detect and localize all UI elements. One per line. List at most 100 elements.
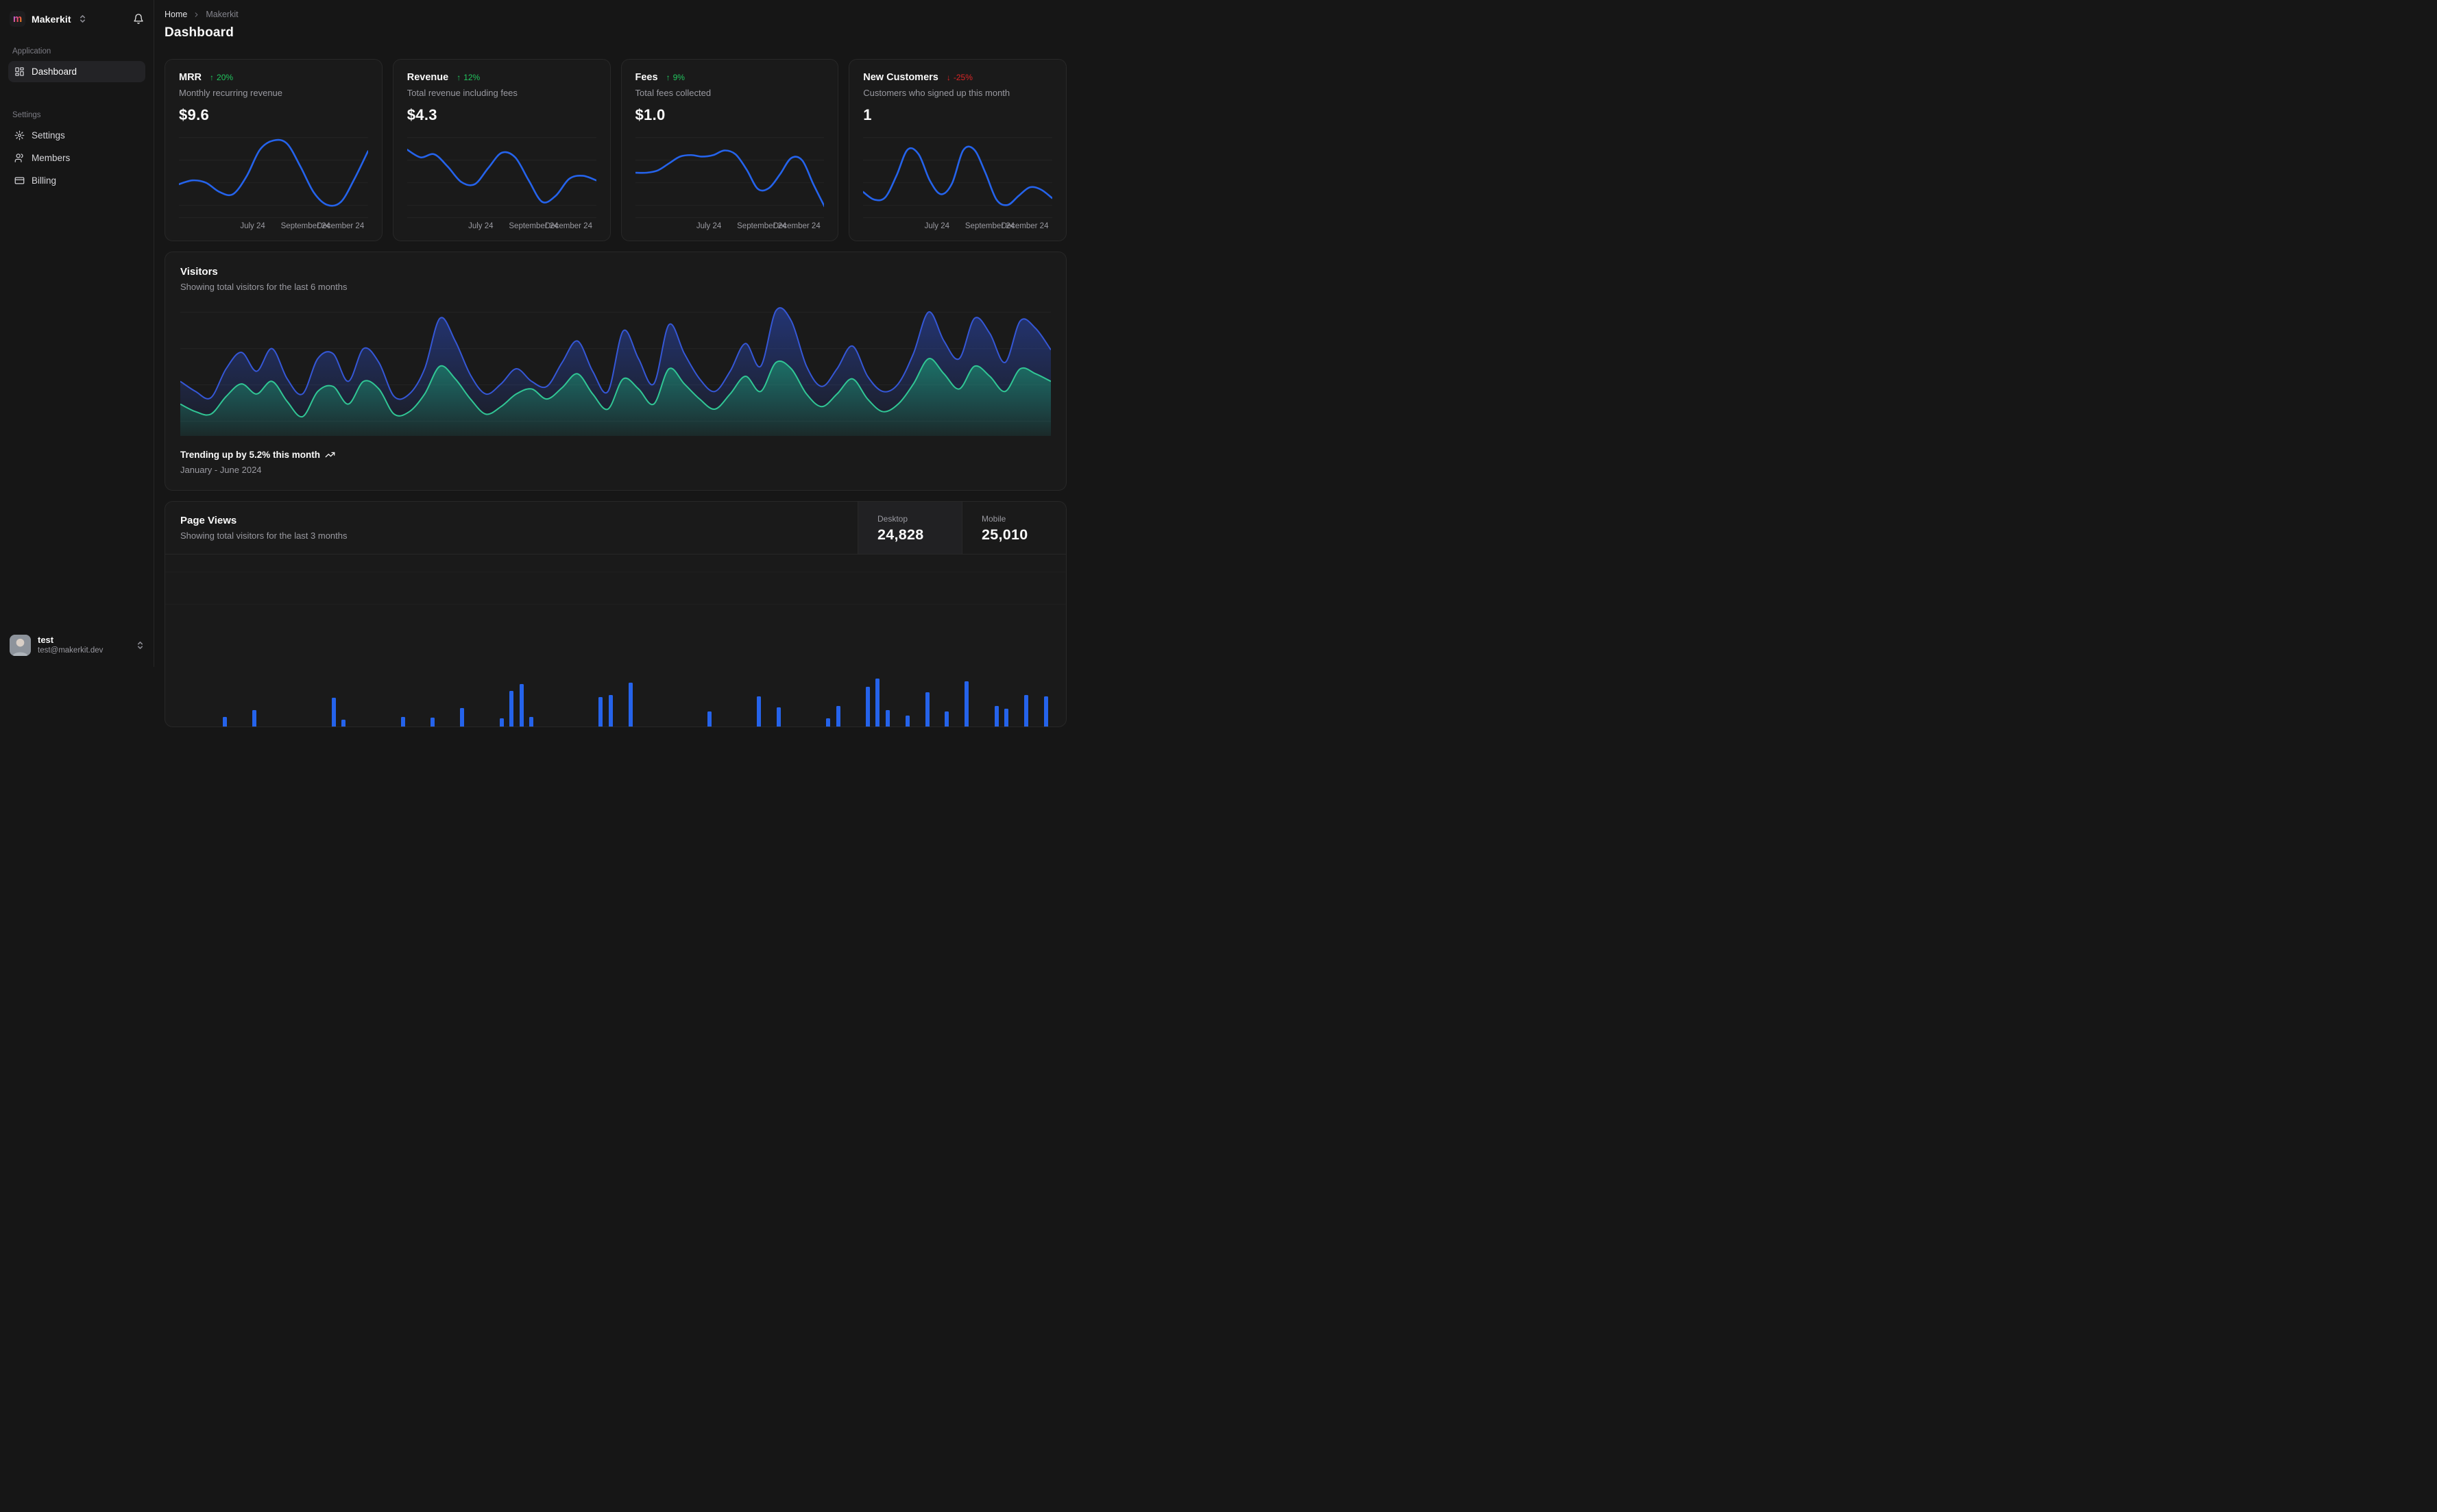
page-views-title: Page Views xyxy=(180,515,237,526)
stat-title: New Customers xyxy=(863,72,938,83)
bar xyxy=(866,687,870,727)
arrow-up-icon: ↑ xyxy=(457,73,461,82)
x-axis: July 24 September 24 December 24 xyxy=(635,217,825,232)
x-axis: July 24 September 24 December 24 xyxy=(863,217,1052,232)
trend-badge: ↑ 12% xyxy=(457,73,481,82)
stat-subtitle: Customers who signed up this month xyxy=(863,88,1010,98)
bar xyxy=(994,706,999,727)
visitors-period: January - June 2024 xyxy=(180,465,262,475)
bar xyxy=(707,711,712,727)
user-avatar xyxy=(10,635,31,656)
tab-label: Desktop xyxy=(877,513,908,524)
sidebar-item-label: Members xyxy=(32,153,71,163)
user-name: test xyxy=(38,635,54,646)
bar xyxy=(598,697,603,727)
trending-up-icon xyxy=(325,450,335,460)
bar xyxy=(628,683,633,727)
stat-value: $1.0 xyxy=(635,106,666,123)
bar xyxy=(460,708,465,727)
stat-value: $9.6 xyxy=(179,106,210,123)
bar xyxy=(509,691,514,727)
sparkline-chart xyxy=(179,131,368,215)
bar xyxy=(965,681,969,727)
stat-subtitle: Monthly recurring revenue xyxy=(179,88,283,98)
x-axis: July 24 September 24 December 24 xyxy=(179,217,368,232)
section-label-settings: Settings xyxy=(12,111,41,119)
stat-card-fees: Fees ↑ 9% Total fees collected $1.0 July … xyxy=(620,59,839,241)
trend-badge: ↓ -25% xyxy=(946,73,973,82)
bar xyxy=(836,706,840,727)
bar xyxy=(608,695,613,727)
sidebar-item-members[interactable]: Members xyxy=(8,147,145,169)
sidebar-item-label: Dashboard xyxy=(32,66,77,77)
bar xyxy=(431,718,435,727)
sidebar-item-label: Settings xyxy=(32,130,65,141)
stat-value: 1 xyxy=(863,106,872,123)
tab-value: 24,828 xyxy=(877,526,924,543)
bar xyxy=(1023,695,1028,727)
notifications-bell-icon[interactable] xyxy=(133,13,144,25)
tab-label: Mobile xyxy=(982,513,1006,524)
chevron-right-icon xyxy=(193,11,200,19)
bar xyxy=(519,684,524,727)
arrow-up-icon: ↑ xyxy=(666,73,670,82)
bar xyxy=(875,679,880,727)
visitors-trend-text: Trending up by 5.2% this month xyxy=(180,450,321,460)
stat-title: Fees xyxy=(635,72,658,83)
page-views-subtitle: Showing total visitors for the last 3 mo… xyxy=(180,531,348,541)
gear-icon xyxy=(14,130,25,141)
users-icon xyxy=(14,153,25,163)
tab-mobile[interactable]: Mobile 25,010 xyxy=(962,502,1066,554)
makerkit-logo: m xyxy=(10,11,25,27)
stat-title: Revenue xyxy=(407,72,449,83)
workspace-selector[interactable]: m Makerkit xyxy=(8,10,145,28)
dashboard-icon xyxy=(14,66,25,77)
bar xyxy=(826,718,831,727)
visitors-subtitle: Showing total visitors for the last 6 mo… xyxy=(180,282,348,292)
bar xyxy=(1004,709,1009,727)
sidebar-item-billing[interactable]: Billing xyxy=(8,170,145,191)
bar xyxy=(500,718,505,727)
tab-desktop[interactable]: Desktop 24,828 xyxy=(858,502,962,554)
sidebar-item-label: Billing xyxy=(32,175,57,186)
stat-subtitle: Total revenue including fees xyxy=(407,88,518,98)
user-menu[interactable]: test test@makerkit.dev xyxy=(8,632,145,659)
chevrons-up-down-icon xyxy=(136,641,144,650)
stat-title: MRR xyxy=(179,72,202,83)
trend-badge: ↑ 9% xyxy=(666,73,685,82)
arrow-up-icon: ↑ xyxy=(210,73,215,82)
breadcrumb-home-link[interactable]: Home xyxy=(165,10,187,19)
bar xyxy=(529,717,534,727)
stat-subtitle: Total fees collected xyxy=(635,88,712,98)
x-axis: July 24 September 24 December 24 xyxy=(407,217,596,232)
bar xyxy=(252,710,257,727)
bar xyxy=(925,692,930,727)
bar xyxy=(885,710,890,727)
stat-card-revenue: Revenue ↑ 12% Total revenue including fee… xyxy=(392,59,611,241)
page-title: Dashboard xyxy=(165,25,234,40)
sidebar-item-dashboard[interactable]: Dashboard xyxy=(8,61,145,82)
bar xyxy=(945,711,949,727)
stats-grid: MRR ↑ 20% Monthly recurring revenue $9.6 … xyxy=(165,59,1067,241)
main-content: Home Makerkit Dashboard MRR ↑ 20% Monthly… xyxy=(154,0,1075,727)
breadcrumb-current: Makerkit xyxy=(206,10,239,19)
chevrons-up-down-icon xyxy=(79,14,86,23)
bar xyxy=(905,716,910,727)
arrow-down-icon: ↓ xyxy=(946,73,951,82)
sparkline-chart xyxy=(635,131,825,215)
bar xyxy=(1043,696,1048,727)
sidebar: m Makerkit Application Dashboard Setting… xyxy=(0,0,154,667)
bar xyxy=(757,696,762,727)
stat-card-mrr: MRR ↑ 20% Monthly recurring revenue $9.6 … xyxy=(165,59,383,241)
page-views-card: Page Views Showing total visitors for th… xyxy=(165,501,1067,727)
bar xyxy=(331,698,336,727)
bar xyxy=(222,717,227,727)
sidebar-item-settings[interactable]: Settings xyxy=(8,125,145,146)
sparkline-chart xyxy=(863,131,1052,215)
breadcrumb: Home Makerkit xyxy=(165,10,1067,19)
stat-value: $4.3 xyxy=(407,106,437,123)
trend-badge: ↑ 20% xyxy=(210,73,234,82)
bar xyxy=(400,717,405,727)
visitors-title: Visitors xyxy=(180,266,218,278)
bar xyxy=(341,720,346,727)
